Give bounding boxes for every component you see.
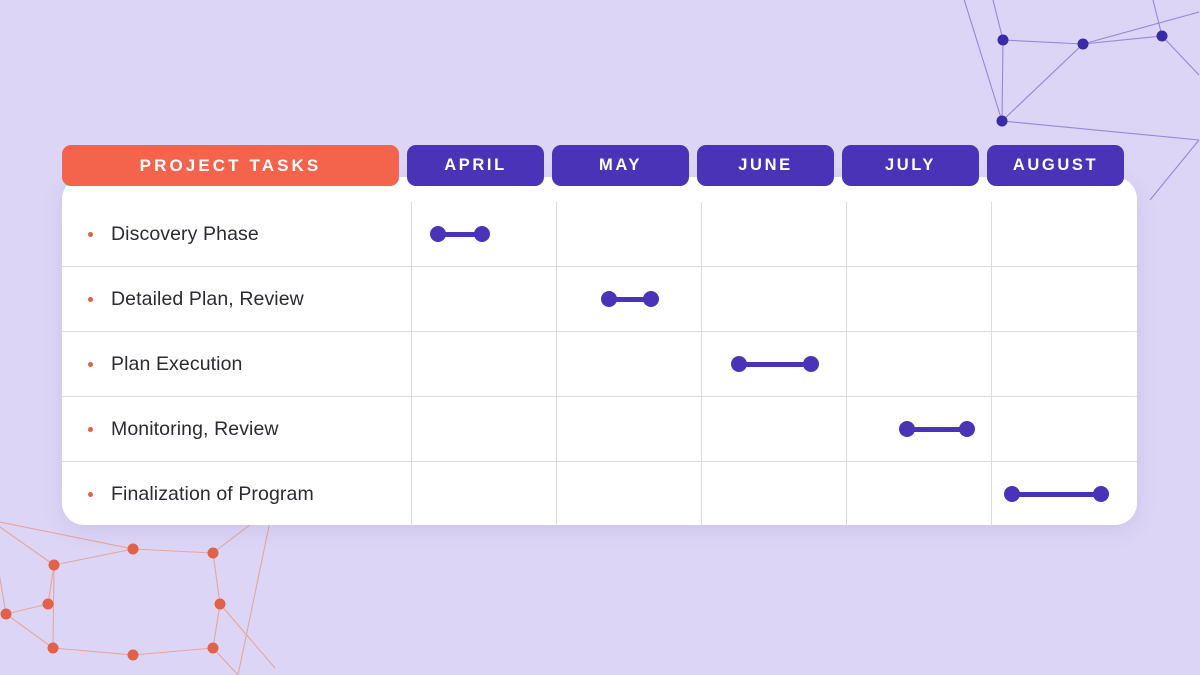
header-row: PROJECT TASKS APRIL MAY JUNE JULY AUGUST xyxy=(62,145,1137,186)
timeline-cell-june[interactable] xyxy=(701,267,846,331)
task-label: Monitoring, Review xyxy=(111,417,279,440)
gantt-bar-start-handle[interactable] xyxy=(430,226,446,242)
gantt-bar-start-handle[interactable] xyxy=(1004,486,1020,502)
timeline-cell-august[interactable] xyxy=(991,397,1138,461)
gantt-bar-end-handle[interactable] xyxy=(643,291,659,307)
timeline-cell-june[interactable] xyxy=(701,397,846,461)
header-project-tasks[interactable]: PROJECT TASKS xyxy=(62,145,399,186)
timeline-cell-april[interactable] xyxy=(411,332,556,396)
timeline-cell-july[interactable] xyxy=(846,397,991,461)
gantt-bar-end-handle[interactable] xyxy=(803,356,819,372)
timeline-cell-july[interactable] xyxy=(846,267,991,331)
timeline-cell-july[interactable] xyxy=(846,202,991,266)
network-graphic-bottom-left xyxy=(0,506,276,675)
task-name-cell: Finalization of Program xyxy=(62,462,411,526)
gantt-bar-line xyxy=(1019,491,1094,497)
gantt-bar-end-handle[interactable] xyxy=(1093,486,1109,502)
gantt-bar-start-handle[interactable] xyxy=(899,421,915,437)
table-row[interactable]: Plan Execution xyxy=(62,332,1137,397)
gantt-bar-end-handle[interactable] xyxy=(959,421,975,437)
timeline-cell-august[interactable] xyxy=(991,267,1138,331)
timeline-cell-april[interactable] xyxy=(411,397,556,461)
gantt-bar-start-handle[interactable] xyxy=(601,291,617,307)
table-row[interactable]: Discovery Phase xyxy=(62,202,1137,267)
header-month-april[interactable]: APRIL xyxy=(407,145,544,186)
task-name-cell: Plan Execution xyxy=(62,332,411,396)
gantt-bar-line xyxy=(746,361,804,367)
task-label: Detailed Plan, Review xyxy=(111,287,304,310)
timeline-cell-may[interactable] xyxy=(556,397,701,461)
timeline-cell-june[interactable] xyxy=(701,462,846,526)
table-row[interactable]: Monitoring, Review xyxy=(62,397,1137,462)
header-month-july[interactable]: JULY xyxy=(842,145,979,186)
timeline-cell-august[interactable] xyxy=(991,202,1138,266)
timeline-cell-may[interactable] xyxy=(556,202,701,266)
timeline-cell-august[interactable] xyxy=(991,332,1138,396)
timeline-cell-july[interactable] xyxy=(846,462,991,526)
timeline-cell-august[interactable] xyxy=(991,462,1138,526)
gantt-bar[interactable] xyxy=(430,226,490,242)
bullet-icon xyxy=(88,426,93,432)
task-name-cell: Discovery Phase xyxy=(62,202,411,266)
timeline-cell-june[interactable] xyxy=(701,202,846,266)
bullet-icon xyxy=(88,361,93,367)
table-row[interactable]: Finalization of Program xyxy=(62,462,1137,526)
gantt-bar-line xyxy=(445,231,475,237)
gantt-bar[interactable] xyxy=(601,291,659,307)
header-month-august[interactable]: AUGUST xyxy=(987,145,1124,186)
bullet-icon xyxy=(88,491,93,497)
gantt-bar-start-handle[interactable] xyxy=(731,356,747,372)
gantt-bar-line xyxy=(914,426,960,432)
gantt-chart: PROJECT TASKS APRIL MAY JUNE JULY AUGUST… xyxy=(62,145,1137,526)
gantt-bar-line xyxy=(616,296,644,302)
gantt-bar[interactable] xyxy=(731,356,819,372)
bullet-icon xyxy=(88,296,93,302)
task-name-cell: Monitoring, Review xyxy=(62,397,411,461)
timeline-cell-april[interactable] xyxy=(411,267,556,331)
gantt-bar[interactable] xyxy=(1004,486,1109,502)
gantt-bar[interactable] xyxy=(899,421,975,437)
gantt-body: Discovery Phase Detailed Plan, Review Plan… xyxy=(62,186,1137,526)
header-month-may[interactable]: MAY xyxy=(552,145,689,186)
task-name-cell: Detailed Plan, Review xyxy=(62,267,411,331)
timeline-cell-may[interactable] xyxy=(556,462,701,526)
timeline-cell-july[interactable] xyxy=(846,332,991,396)
bullet-icon xyxy=(88,231,93,237)
timeline-cell-june[interactable] xyxy=(701,332,846,396)
timeline-cell-may[interactable] xyxy=(556,267,701,331)
network-nodes-top-right xyxy=(996,30,1168,127)
table-row[interactable]: Detailed Plan, Review xyxy=(62,267,1137,332)
timeline-cell-april[interactable] xyxy=(411,462,556,526)
timeline-cell-april[interactable] xyxy=(411,202,556,266)
timeline-cell-may[interactable] xyxy=(556,332,701,396)
gantt-bar-end-handle[interactable] xyxy=(474,226,490,242)
task-label: Discovery Phase xyxy=(111,222,259,245)
task-label: Plan Execution xyxy=(111,352,243,375)
header-month-june[interactable]: JUNE xyxy=(697,145,834,186)
task-label: Finalization of Program xyxy=(111,482,314,505)
